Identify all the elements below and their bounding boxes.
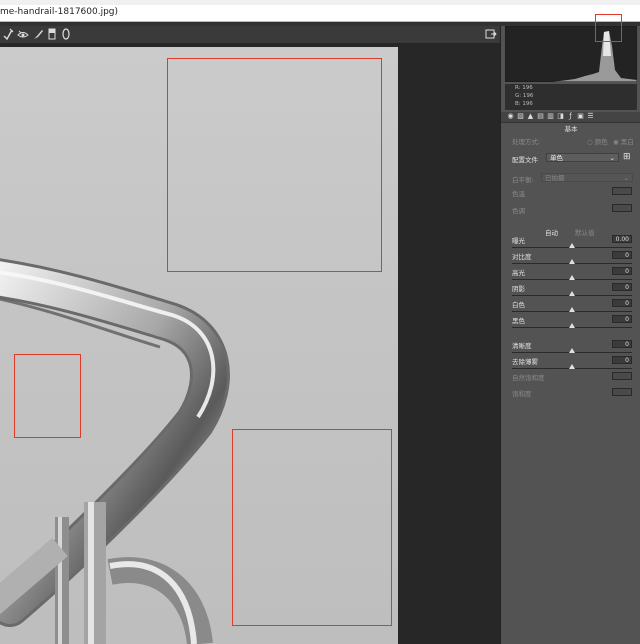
highlight-box (595, 14, 622, 42)
hsl-tab-icon[interactable]: ▤ (537, 113, 544, 120)
slider-value[interactable]: 0 (612, 251, 632, 259)
treatment-label: 处理方式: (512, 138, 541, 146)
slider-value[interactable]: 0.00 (612, 235, 632, 243)
auto-button[interactable]: 自动 (545, 227, 558, 237)
white-balance-label: 白平衡: (512, 176, 534, 184)
slider-label: 阴影 (512, 285, 525, 293)
slider-value[interactable]: 0 (612, 315, 632, 323)
slider-thumb[interactable] (569, 275, 575, 280)
temperature-value[interactable] (612, 187, 632, 195)
graduated-filter-icon[interactable] (46, 27, 58, 41)
slider-thumb[interactable] (569, 291, 575, 296)
highlight-box (14, 354, 81, 438)
split-toning-tab-icon[interactable]: ▥ (547, 113, 554, 120)
tone-curve-tab-icon[interactable]: ▧ (517, 113, 524, 120)
blue-value: 196 (522, 101, 533, 107)
slider-value[interactable]: 0 (612, 267, 632, 275)
white-balance-dropdown[interactable]: 已拍摄 ⌄ (541, 173, 633, 182)
adjustment-panel: R: 196 G: 196 B: 196 ◉ ▧ ▲ ▤ ▥ ◨ ƒ ▣ ☰ 基… (500, 14, 640, 644)
slider-label: 白色 (512, 301, 525, 309)
presets-tab-icon[interactable]: ☰ (587, 113, 594, 120)
red-eye-tool-icon[interactable] (17, 27, 29, 41)
highlight-box (167, 58, 382, 272)
slider-value[interactable]: 0 (612, 340, 632, 348)
slider-label: 自然饱和度 (512, 374, 545, 382)
tool-bar (0, 26, 500, 44)
slider-value[interactable]: 0 (612, 299, 632, 307)
slider-label: 饱和度 (512, 390, 532, 398)
default-button[interactable]: 默认值 (575, 227, 595, 237)
slider-thumb[interactable] (569, 364, 575, 369)
slider-value[interactable] (612, 372, 632, 380)
slider-thumb[interactable] (569, 243, 575, 248)
slider-value[interactable]: 0 (612, 356, 632, 364)
treatment-color-option[interactable]: ○ 颜色 (587, 136, 608, 146)
detail-tab-icon[interactable]: ▲ (527, 113, 534, 120)
temperature-label: 色温 (512, 190, 525, 198)
profile-dropdown[interactable]: 单色 ⌄ (546, 153, 619, 162)
slider-label: 去除薄雾 (512, 358, 538, 366)
highlight-box (232, 429, 392, 626)
green-value: 196 (522, 93, 534, 99)
slider-label: 黑色 (512, 317, 525, 325)
red-value: 196 (522, 85, 533, 91)
slider-label: 高光 (512, 269, 525, 277)
profile-label: 配置文件 (512, 156, 538, 164)
window-title: me-handrail-1817600.jpg) (0, 7, 119, 17)
histogram (504, 14, 638, 83)
export-icon[interactable] (485, 27, 497, 41)
calibration-tab-icon[interactable]: ▣ (577, 113, 584, 120)
basic-tab-icon[interactable]: ◉ (507, 113, 514, 120)
slider-thumb[interactable] (569, 323, 575, 328)
title-bar: me-handrail-1817600.jpg) (0, 5, 640, 22)
fx-tab-icon[interactable]: ƒ (567, 113, 574, 120)
slider-label: 清晰度 (512, 342, 532, 350)
slider-thumb[interactable] (569, 307, 575, 312)
treatment-bw-option[interactable]: ◉ 黑白 (613, 136, 634, 146)
slider-thumb[interactable] (569, 348, 575, 353)
radial-filter-icon[interactable] (60, 27, 72, 41)
slider-value[interactable]: 0 (612, 283, 632, 291)
chevron-down-icon: ⌄ (623, 174, 629, 182)
photo-preview[interactable] (0, 47, 398, 644)
tint-value[interactable] (612, 204, 632, 212)
lens-tab-icon[interactable]: ◨ (557, 113, 564, 120)
panel-tabs: ◉ ▧ ▲ ▤ ▥ ◨ ƒ ▣ ☰ (501, 112, 640, 123)
white-balance-tool-icon[interactable] (2, 27, 14, 41)
profile-browser-icon[interactable]: ⊞ (623, 152, 631, 162)
chevron-down-icon: ⌄ (609, 154, 615, 162)
tint-label: 色调 (512, 207, 525, 215)
slider-label: 曝光 (512, 237, 525, 245)
section-title: 基本 (564, 125, 578, 133)
rgb-readout: R: 196 G: 196 B: 196 (505, 84, 637, 110)
slider-label: 对比度 (512, 253, 532, 261)
brush-tool-icon[interactable] (32, 27, 44, 41)
slider-thumb[interactable] (569, 259, 575, 264)
slider-value[interactable] (612, 388, 632, 396)
